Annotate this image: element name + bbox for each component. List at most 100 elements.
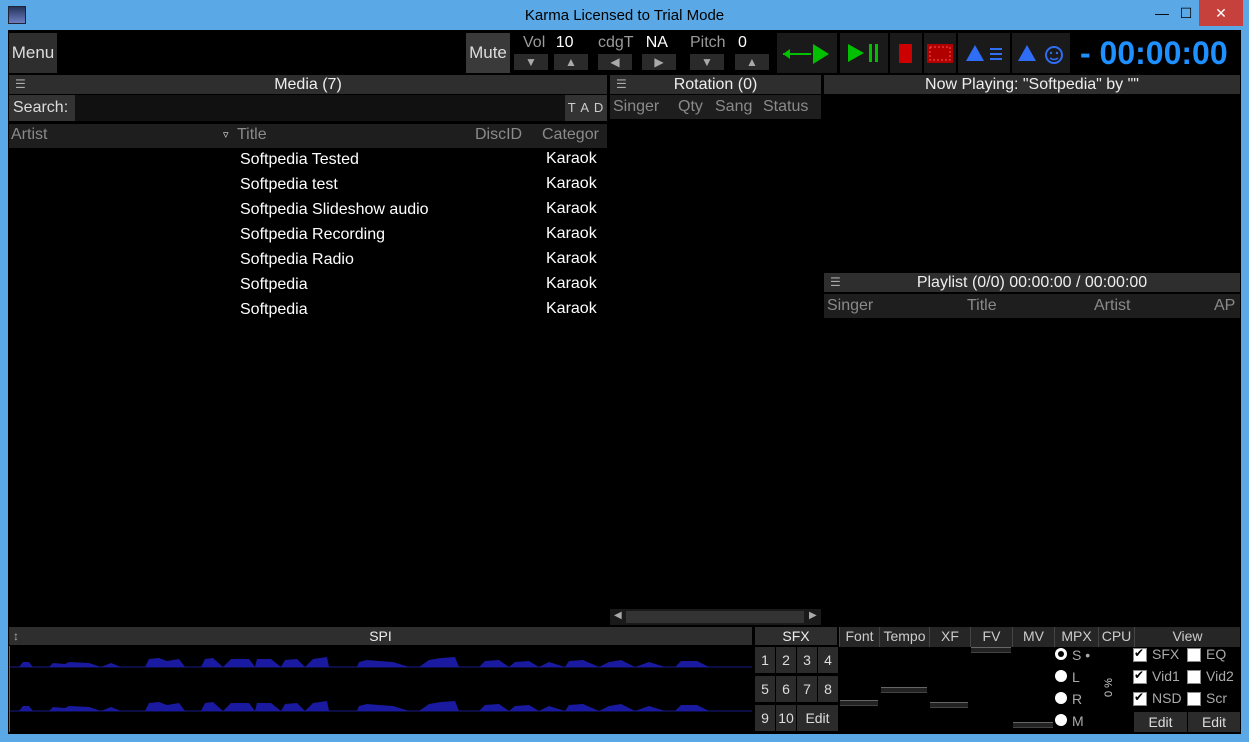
tempo-slider[interactable]: [881, 687, 927, 693]
playlist-column-header: Singer Title Artist AP: [824, 294, 1240, 318]
sfx-button-8[interactable]: 8: [818, 676, 838, 702]
sfx-button-2[interactable]: 2: [776, 647, 796, 673]
col-status[interactable]: Status: [763, 98, 808, 116]
play-next-button[interactable]: [777, 33, 837, 73]
col-sang[interactable]: Sang: [715, 98, 752, 116]
col-discid[interactable]: DiscID: [475, 126, 522, 144]
vol-down-button[interactable]: ▼: [514, 54, 548, 70]
media-row[interactable]: Softpedia Slideshow audio Karaok: [9, 198, 607, 223]
minimize-button[interactable]: —: [1150, 0, 1174, 26]
playlist-menu-icon[interactable]: ☰: [830, 273, 841, 292]
close-button[interactable]: ✕: [1199, 0, 1243, 26]
fv-slider[interactable]: [971, 647, 1011, 653]
sfx-button-4[interactable]: 4: [818, 647, 838, 673]
media-column-header: Artist ▿ Title DiscID Categor: [9, 124, 607, 148]
cdgt-label: cdgT: [598, 34, 634, 51]
sfx-button-5[interactable]: 5: [755, 676, 775, 702]
col-category[interactable]: Categor: [542, 126, 599, 144]
eject-list-button[interactable]: [958, 33, 1010, 73]
menu-button[interactable]: Menu: [9, 33, 57, 73]
cdgt-value: NA: [645, 34, 668, 51]
media-row[interactable]: Softpedia Tested Karaok: [9, 148, 607, 173]
pitch-up-button[interactable]: ▲: [735, 54, 769, 70]
sfx-edit-button[interactable]: Edit: [797, 705, 838, 731]
tad-toggle[interactable]: T A D: [565, 95, 607, 121]
mute-button[interactable]: Mute: [466, 33, 510, 73]
sfx-button-10[interactable]: 10: [776, 705, 796, 731]
checkbox-nsd[interactable]: [1133, 690, 1147, 706]
media-row[interactable]: Softpedia Radio Karaok: [9, 248, 607, 273]
col-artist[interactable]: Artist: [11, 126, 47, 144]
col-singer[interactable]: Singer: [613, 98, 659, 116]
radio-l[interactable]: [1055, 670, 1067, 682]
play-next-icon: [783, 44, 829, 64]
play-pause-button[interactable]: [840, 33, 888, 73]
media-row[interactable]: Softpedia test Karaok: [9, 173, 607, 198]
tool-mpx[interactable]: MPX: [1054, 627, 1098, 647]
col-title[interactable]: Title: [967, 297, 997, 315]
cdgt-right-button[interactable]: ▶: [642, 54, 676, 70]
sfx-header: SFX: [755, 627, 837, 645]
rotation-menu-icon[interactable]: ☰: [616, 75, 627, 94]
tool-fv[interactable]: FV: [970, 627, 1012, 647]
checkbox-eq[interactable]: [1187, 648, 1201, 662]
col-ap[interactable]: AP: [1214, 297, 1235, 315]
vol-label: Vol: [523, 34, 546, 51]
pitch-control: Pitch 0: [690, 34, 747, 52]
font-slider[interactable]: [840, 700, 878, 706]
checkbox-scr[interactable]: [1187, 692, 1201, 706]
col-qty[interactable]: Qty: [678, 98, 703, 116]
search-input[interactable]: [75, 97, 567, 119]
stop-icon: [899, 44, 912, 63]
tool-xf[interactable]: XF: [929, 627, 970, 647]
eject-singer-button[interactable]: [1012, 33, 1070, 73]
stop-button[interactable]: [890, 33, 922, 73]
media-menu-icon[interactable]: ☰: [15, 75, 26, 94]
media-title: Media (7): [274, 76, 342, 93]
cdgt-left-button[interactable]: ◀: [598, 54, 632, 70]
view-edit-button-2[interactable]: Edit: [1188, 712, 1240, 732]
view-edit-button-1[interactable]: Edit: [1134, 712, 1187, 732]
sfx-button-6[interactable]: 6: [776, 676, 796, 702]
pitch-down-button[interactable]: ▼: [690, 54, 724, 70]
radio-s[interactable]: [1055, 648, 1067, 660]
media-row-category: Karaok: [546, 150, 597, 167]
playlist-title: Playlist (0/0) 00:00:00 / 00:00:00: [916, 274, 1148, 291]
media-row[interactable]: Softpedia Recording Karaok: [9, 223, 607, 248]
scroll-left-icon[interactable]: ◀: [614, 610, 622, 621]
checkbox-vid1[interactable]: [1133, 668, 1147, 684]
radio-m[interactable]: [1055, 714, 1067, 726]
col-title[interactable]: Title: [237, 126, 267, 144]
media-row[interactable]: Softpedia Karaok: [9, 298, 607, 323]
vol-control: Vol 10: [523, 34, 574, 52]
tool-tempo[interactable]: Tempo: [879, 627, 929, 647]
sfx-button-1[interactable]: 1: [755, 647, 775, 673]
checkbox-sfx-label: SFX: [1152, 646, 1180, 662]
tool-mv[interactable]: MV: [1012, 627, 1054, 647]
media-row-title: Softpedia test: [240, 176, 338, 193]
window-title: Karma Licensed to Trial Mode: [524, 7, 725, 24]
checkbox-sfx[interactable]: [1133, 646, 1147, 662]
stop-all-button[interactable]: [924, 33, 956, 73]
radio-r[interactable]: [1055, 692, 1067, 704]
col-singer[interactable]: Singer: [827, 297, 873, 315]
media-row[interactable]: Softpedia Karaok: [9, 273, 607, 298]
sfx-button-3[interactable]: 3: [797, 647, 817, 673]
checkbox-vid1-label: Vid1: [1152, 668, 1180, 684]
maximize-button[interactable]: ☐: [1174, 0, 1198, 26]
col-artist[interactable]: Artist: [1094, 297, 1130, 315]
checkbox-vid2[interactable]: [1187, 670, 1201, 684]
tool-font[interactable]: Font: [839, 627, 879, 647]
resize-icon[interactable]: ↕: [13, 627, 19, 646]
radio-r-label: R: [1072, 691, 1083, 707]
mv-slider[interactable]: [1013, 722, 1053, 728]
elapsed-timer: - 00:00:00: [1080, 35, 1228, 71]
scroll-right-icon[interactable]: ▶: [809, 610, 817, 621]
media-row-title: Softpedia Slideshow audio: [240, 201, 429, 218]
sfx-button-9[interactable]: 9: [755, 705, 775, 731]
rotation-hscrollbar[interactable]: ◀ ▶: [610, 609, 821, 625]
xf-slider[interactable]: [930, 702, 968, 708]
sfx-button-7[interactable]: 7: [797, 676, 817, 702]
scroll-thumb[interactable]: [626, 611, 804, 623]
vol-up-button[interactable]: ▲: [554, 54, 588, 70]
